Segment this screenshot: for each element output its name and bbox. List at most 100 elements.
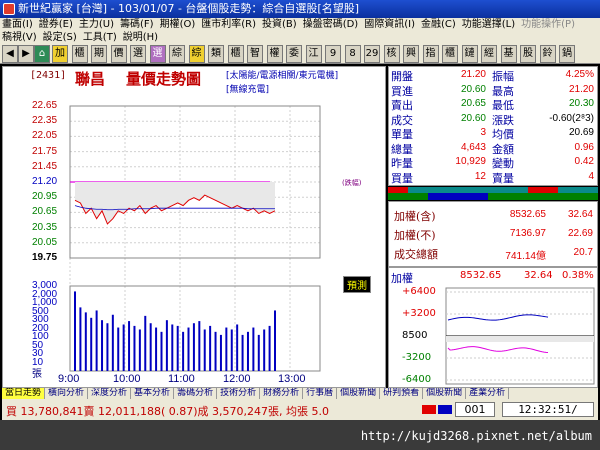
menu-item[interactable]: 證券(E) [39, 18, 73, 31]
price-tick: 21.75 [32, 145, 58, 157]
tab-analysis[interactable]: 基本分析 [131, 388, 175, 399]
forward-icon[interactable]: ▶ [18, 45, 34, 63]
quote-value: 0.96 [574, 141, 594, 153]
tab-analysis[interactable]: 產業分析 [466, 388, 510, 399]
price-tick: 20.35 [32, 221, 58, 233]
tab-analysis[interactable]: 個股新聞 [337, 388, 381, 399]
quote-label: 買量 [391, 171, 413, 185]
tab-analysis[interactable]: 行事曆 [303, 388, 338, 399]
mini-tick: +6400 [402, 286, 436, 297]
toolbar-button[interactable]: 價 [110, 45, 127, 63]
window-title: 新世紀贏家 [台灣] - 103/01/07 - 台盤個股走勢：綜合自選股[名望… [18, 2, 359, 15]
menu-item[interactable]: 籌碼(F) [120, 18, 154, 31]
toolbar-button[interactable]: 指 [422, 45, 439, 63]
window-title-bar: 新世紀贏家 [台灣] - 103/01/07 - 台盤個股走勢：綜合自選股[名望… [0, 0, 600, 18]
predict-button[interactable]: 預測 [343, 276, 371, 293]
watermark-bar: http://kujd3268.pixnet.net/album [0, 420, 600, 450]
tab-analysis[interactable]: 研判預看 [380, 388, 424, 399]
toolbar-button[interactable]: 9 [325, 45, 341, 63]
quote-value: 12 [474, 170, 486, 182]
toolbar-button[interactable]: 櫃 [442, 45, 458, 63]
mini-percent: 0.38% [562, 270, 594, 281]
toolbar-button[interactable]: 核 [383, 45, 400, 63]
toolbar-button[interactable]: 綜 [188, 45, 205, 63]
quote-value: 3 [480, 127, 486, 138]
toolbar-button[interactable]: 鏈 [461, 45, 478, 63]
index-label: 加權(不) [394, 229, 436, 242]
quote-value: 4.25% [565, 69, 594, 80]
toolbar-button[interactable]: 選 [130, 45, 146, 63]
tab-analysis[interactable]: 財務分析 [260, 388, 304, 399]
toolbar-button[interactable]: 期 [91, 45, 107, 63]
toolbar-button[interactable]: 委 [286, 45, 302, 63]
toolbar-button[interactable]: 櫃 [227, 45, 244, 63]
index-value: 7136.97 [509, 228, 546, 239]
tab-analysis[interactable]: 籌碼分析 [174, 388, 218, 399]
toolbar-button[interactable]: 基 [500, 45, 517, 63]
toolbar-button[interactable]: 權 [266, 45, 283, 63]
analysis-tabs: 當日走勢 橫向分析 深度分析 基本分析 籌碼分析 技術分析 財務分析 行事曆 個股新聞 研判預看個… [2, 388, 598, 400]
home-icon[interactable]: ⌂ [34, 45, 50, 63]
menu-item[interactable]: 投資(B) [262, 18, 297, 31]
toolbar-button[interactable]: 鈴 [539, 45, 556, 63]
tab-analysis[interactable]: 個股新聞 [423, 388, 467, 399]
index-label: 加權(含) [394, 210, 436, 223]
quote-value: 20.30 [568, 98, 594, 109]
mini-change: 32.64 [524, 270, 553, 281]
menu-item[interactable]: 說明(H) [123, 31, 158, 44]
index-change: 32.64 [567, 209, 593, 220]
toolbar-button[interactable]: 8 [344, 45, 361, 63]
menu-item[interactable]: 國際資訊(I) [364, 18, 415, 31]
toolbar-button[interactable]: 綜 [169, 45, 185, 63]
menu-item-disabled: 功能操作(P) [521, 19, 575, 30]
toolbar-button[interactable]: 類 [208, 45, 224, 63]
menu-item[interactable]: 期權(O) [160, 18, 196, 31]
index-change: 22.69 [567, 228, 593, 239]
quote-value: 4,643 [460, 141, 486, 153]
status-bar: 買 13,780,841賣 12,011,188( 0.87)成 3,570,2… [2, 400, 598, 420]
price-tick: 20.95 [32, 191, 58, 203]
tab-analysis[interactable]: 橫向分析 [45, 388, 89, 399]
status-light-blue [438, 405, 452, 414]
back-icon[interactable]: ◀ [2, 45, 18, 63]
quote-label: 賣量 [492, 171, 514, 185]
menu-item[interactable]: 畫面(I) [2, 18, 33, 31]
mini-tick: -3200 [402, 352, 432, 363]
toolbar-button[interactable]: 江 [305, 45, 322, 63]
quote-value: 20.65 [460, 98, 486, 109]
toolbar-button[interactable]: 鍋 [559, 45, 575, 63]
menu-item[interactable]: 稿視(V) [2, 31, 37, 44]
index-label: 成交總額 [394, 248, 438, 261]
index-value: 741.14億 [505, 251, 546, 262]
toolbar-button[interactable]: 智 [247, 45, 263, 63]
toolbar-button[interactable]: 興 [403, 45, 419, 63]
trade-summary: 買 13,780,841賣 12,011,188( 0.87)成 3,570,2… [6, 405, 329, 418]
menu-bar: 畫面(I) 證券(E) 主力(U) 籌碼(F) 期權(O) 匯市利率(R) 投資(B) 操盤密… [0, 18, 600, 44]
toolbar-button[interactable]: 經 [481, 45, 497, 63]
time-tick: 10:00 [113, 373, 141, 385]
mini-tick: 8500 [402, 330, 428, 341]
menu-item[interactable]: 金融(C) [421, 18, 456, 31]
tab-analysis[interactable]: 深度分析 [88, 388, 132, 399]
quote-value: -0.60(2⁸3) [549, 112, 594, 124]
menu-item[interactable]: 功能選擇(L) [462, 18, 515, 31]
menu-item[interactable]: 匯市利率(R) [201, 18, 256, 31]
toolbar-button[interactable]: 29 [364, 45, 380, 63]
index-change: 20.7 [573, 247, 593, 258]
menu-item[interactable]: 工具(T) [83, 31, 117, 44]
toolbar-button[interactable]: 加 [52, 45, 68, 63]
page-code[interactable]: 001 [455, 402, 495, 417]
toolbar-button[interactable]: 選 [149, 45, 166, 63]
limit-label: (跌幅) [342, 178, 362, 187]
menu-item[interactable]: 主力(U) [79, 18, 114, 31]
toolbar-button[interactable]: 股 [520, 45, 536, 63]
tab-analysis[interactable]: 技術分析 [217, 388, 261, 399]
mini-tick: +3200 [402, 308, 436, 319]
menu-item[interactable]: 設定(S) [43, 31, 77, 44]
tab-intraday[interactable]: 當日走勢 [2, 388, 46, 399]
price-tick: 22.65 [32, 100, 58, 111]
quote-value: 10,929 [455, 156, 486, 167]
toolbar-button[interactable]: 櫃 [71, 45, 88, 63]
quote-value: 20.60 [460, 83, 486, 95]
menu-item[interactable]: 操盤密碼(D) [303, 18, 359, 31]
